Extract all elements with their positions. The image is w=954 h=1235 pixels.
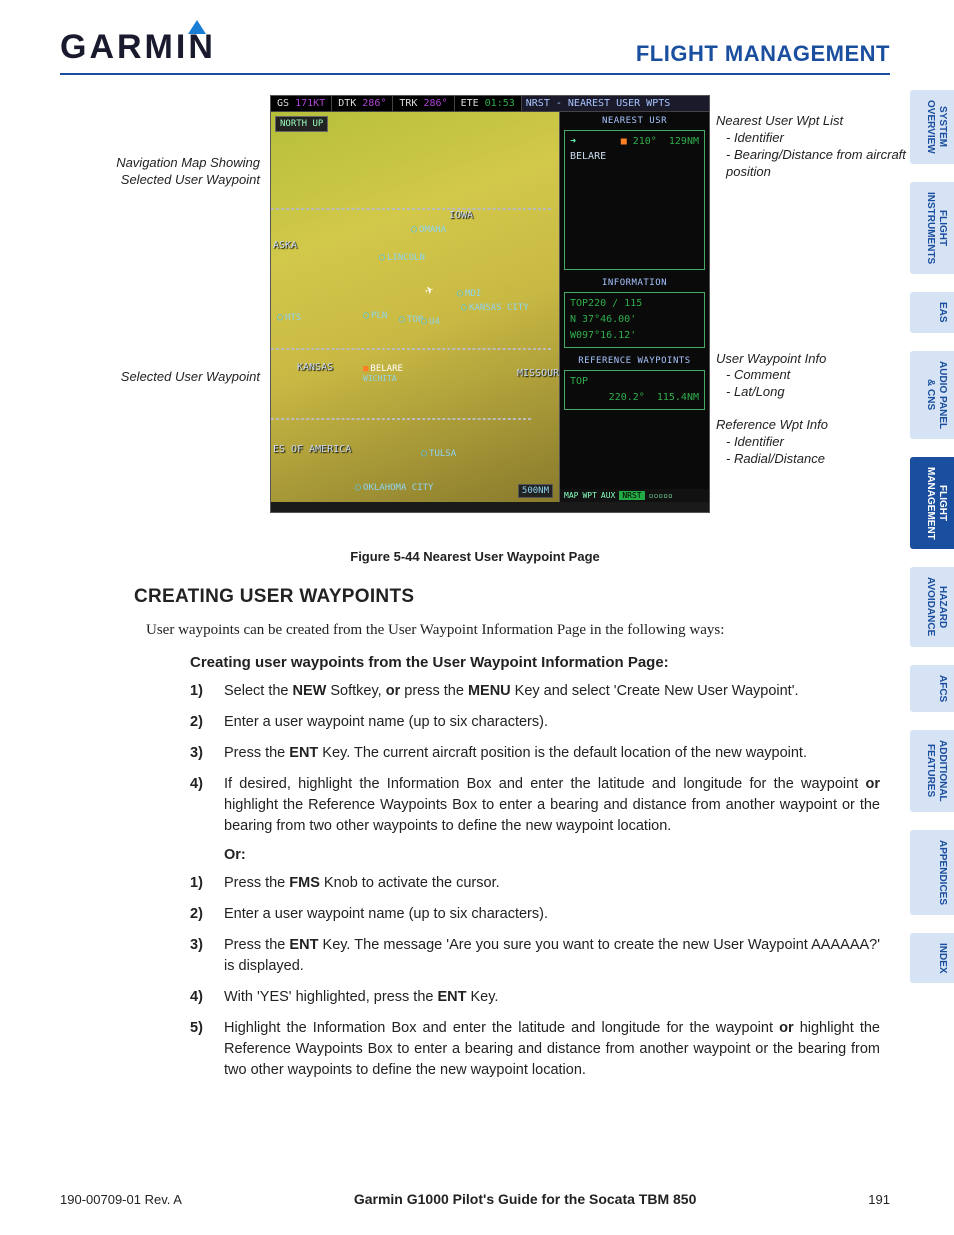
doc-revision: 190-00709-01 Rev. A <box>60 1192 182 1207</box>
mfd-side-panel: NEAREST USR BELARE ■ 210° 129NM INFORMAT… <box>559 112 709 502</box>
step-item: If desired, highlight the Information Bo… <box>190 774 880 837</box>
intro-paragraph: User waypoints can be created from the U… <box>146 620 894 640</box>
information-title: INFORMATION <box>562 278 707 288</box>
page-group-footer: MAP WPT AUX NRST ▫▫▫▫▫ <box>560 489 709 502</box>
nearest-usr-list: BELARE ■ 210° 129NM <box>564 130 705 270</box>
step-item: Select the NEW Softkey, or press the MEN… <box>190 681 880 702</box>
callouts-left: Navigation Map Showing Selected User Way… <box>100 155 260 386</box>
doc-title: Garmin G1000 Pilot's Guide for the Socat… <box>354 1191 697 1207</box>
steps-list-1: Select the NEW Softkey, or press the MEN… <box>190 681 880 837</box>
nearest-usr-title: NEAREST USR <box>562 116 707 126</box>
aircraft-icon: ✈ <box>423 281 436 299</box>
tab-appendices[interactable]: APPENDICES <box>910 830 954 915</box>
tab-additional-features[interactable]: ADDITIONAL FEATURES <box>910 730 954 812</box>
page-footer: 190-00709-01 Rev. A Garmin G1000 Pilot's… <box>60 1191 890 1207</box>
selected-waypoint-symbol: BELAREWICHITA <box>363 364 403 384</box>
page-header: GARMIN FLIGHT MANAGEMENT <box>60 28 890 75</box>
step-item: Press the ENT Key. The message 'Are you … <box>190 935 880 977</box>
figure-5-44: Navigation Map Showing Selected User Way… <box>60 95 890 545</box>
subheading-creating: Creating user waypoints from the User Wa… <box>190 654 894 671</box>
or-label: Or: <box>224 847 954 863</box>
step-item: Press the FMS Knob to activate the curso… <box>190 873 880 894</box>
page-number: 191 <box>868 1192 890 1207</box>
tab-afcs[interactable]: AFCS <box>910 665 954 712</box>
reference-wpts-box: TOP 220.2° 115.4NM <box>564 370 705 410</box>
figure-caption: Figure 5-44 Nearest User Waypoint Page <box>60 549 890 564</box>
step-item: Press the ENT Key. The current aircraft … <box>190 743 880 764</box>
nav-map: NORTH UP IOWA ASKA KANSAS MISSOUR ES OF … <box>271 112 559 502</box>
map-scale: 500NM <box>518 484 553 498</box>
heading-creating-user-waypoints: CREATING USER WAYPOINTS <box>134 586 954 608</box>
step-item: Enter a user waypoint name (up to six ch… <box>190 904 880 925</box>
north-up-badge: NORTH UP <box>275 116 328 132</box>
section-title: FLIGHT MANAGEMENT <box>636 41 890 67</box>
tab-hazard-avoidance[interactable]: HAZARD AVOIDANCE <box>910 567 954 646</box>
page-name: NRST - NEAREST USER WPTS <box>522 96 709 111</box>
garmin-logo: GARMIN <box>60 28 216 67</box>
logo-triangle-icon <box>188 20 206 34</box>
mfd-topbar: GS 171KT DTK 286° TRK 286° ETE 01:53 NRS… <box>271 96 709 112</box>
step-item: Highlight the Information Box and enter … <box>190 1018 880 1081</box>
step-item: With 'YES' highlighted, press the ENT Ke… <box>190 987 880 1008</box>
callout-nav-map: Navigation Map Showing Selected User Way… <box>100 155 260 189</box>
tab-index[interactable]: INDEX <box>910 933 954 984</box>
steps-list-2: Press the FMS Knob to activate the curso… <box>190 873 880 1081</box>
callouts-right: Nearest User Wpt List - Identifier - Bea… <box>716 113 936 484</box>
mfd-screen: GS 171KT DTK 286° TRK 286° ETE 01:53 NRS… <box>270 95 710 513</box>
callout-selected-wpt: Selected User Waypoint <box>100 369 260 386</box>
information-box: TOP220 / 115 N 37°46.00' W097°16.12' <box>564 292 705 348</box>
reference-wpts-title: REFERENCE WAYPOINTS <box>562 356 707 366</box>
step-item: Enter a user waypoint name (up to six ch… <box>190 712 880 733</box>
